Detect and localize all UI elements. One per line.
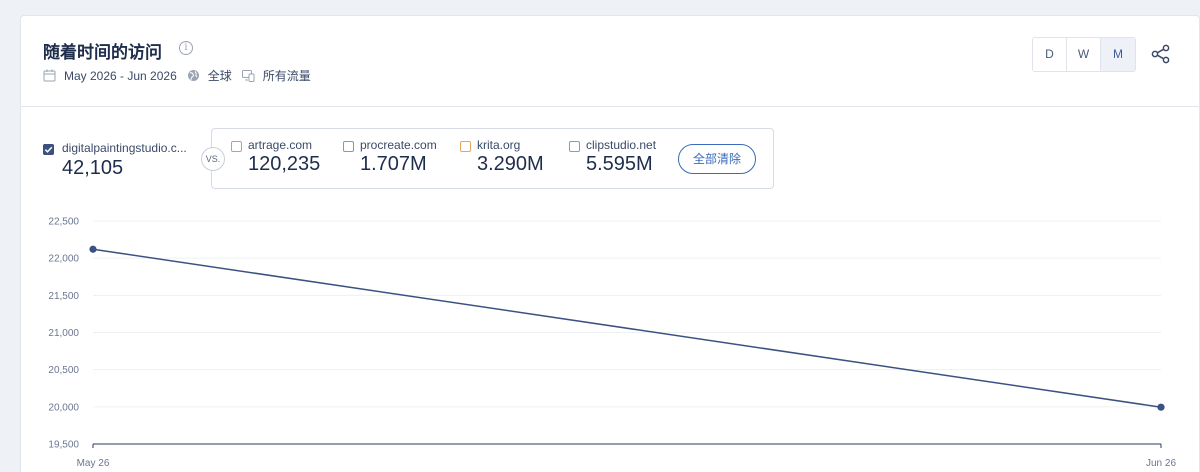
series-line	[92, 248, 1162, 408]
x-tick-label: Jun 26	[1146, 458, 1176, 469]
y-tick-label: 22,500	[48, 217, 79, 228]
visits-over-time-card: 随着时间的访问 i May 2026 - Jun 2026 全球 所有流量 D …	[20, 15, 1200, 472]
vs-badge: VS.	[201, 147, 225, 171]
data-point[interactable]	[89, 245, 97, 253]
y-tick-label: 19,500	[48, 440, 79, 451]
y-tick-label: 20,500	[48, 365, 79, 376]
x-tick-label: May 26	[77, 458, 110, 469]
visits-line-chart: 19,500 20,000 20,500 21,000 21,500 22,000 22,5…	[48, 217, 1176, 470]
data-point[interactable]	[1157, 403, 1165, 411]
y-tick-label: 20,000	[48, 402, 79, 413]
y-tick-label: 21,000	[48, 328, 79, 339]
y-tick-label: 22,000	[48, 254, 79, 265]
y-tick-label: 21,500	[48, 291, 79, 302]
